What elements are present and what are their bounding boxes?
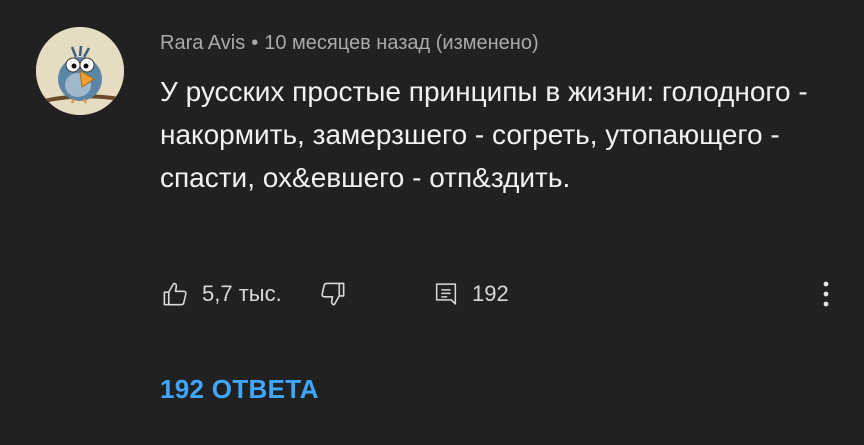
like-button[interactable]: 5,7 тыс. xyxy=(160,278,282,310)
reply-count: 192 xyxy=(472,281,509,306)
comment-card: Rara Avis • 10 месяцев назад (изменено) У … xyxy=(0,0,864,445)
comment-text: У русских простые принципы в жизни: голо… xyxy=(160,76,808,193)
thumb-down-icon xyxy=(321,282,345,306)
reply-comment-icon xyxy=(435,283,457,305)
reply-button[interactable]: 192 xyxy=(432,278,509,310)
avatar[interactable] xyxy=(36,27,124,115)
meta-separator: • xyxy=(251,32,259,54)
like-count: 5,7 тыс. xyxy=(202,281,282,306)
more-vertical-icon xyxy=(823,281,829,307)
view-replies-link[interactable]: 192 ОТВЕТА xyxy=(160,374,319,405)
author-name[interactable]: Rara Avis xyxy=(160,32,245,54)
more-options-button[interactable] xyxy=(814,278,838,310)
comment-actions: 5,7 тыс. 192 xyxy=(160,278,840,310)
comment-meta: Rara Avis • 10 месяцев назад (изменено) xyxy=(160,30,539,56)
comment-timestamp[interactable]: 10 месяцев назад (изменено) xyxy=(264,32,538,54)
bird-avatar-icon xyxy=(36,27,124,115)
dislike-button[interactable] xyxy=(318,278,348,310)
thumb-up-icon xyxy=(163,282,187,306)
